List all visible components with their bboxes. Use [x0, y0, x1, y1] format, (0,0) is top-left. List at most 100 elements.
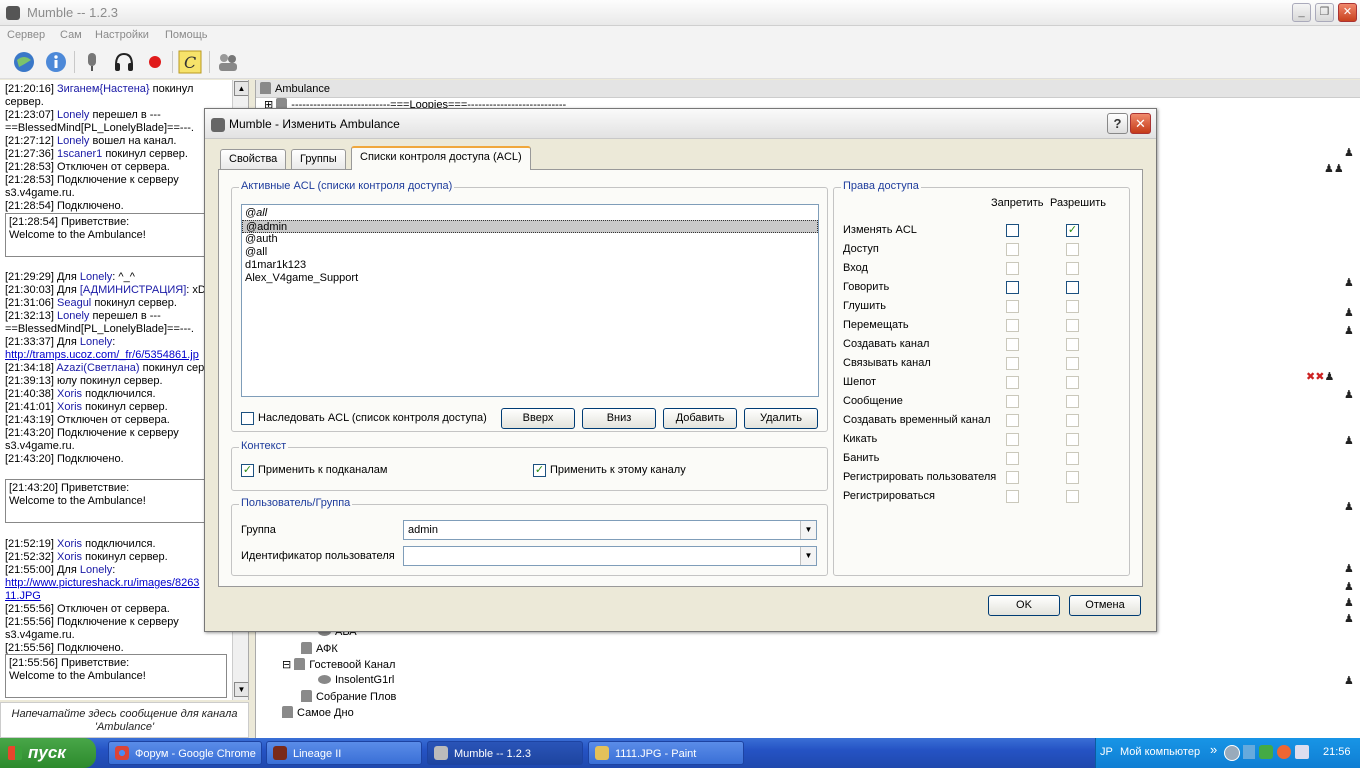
- task-chrome[interactable]: Форум - Google Chrome: [108, 741, 262, 765]
- chevron-down-icon[interactable]: ▼: [800, 547, 816, 565]
- deny-checkbox[interactable]: [1006, 376, 1019, 389]
- channel-plov[interactable]: Собрание Плов: [301, 690, 396, 703]
- close-button[interactable]: ✕: [1338, 3, 1357, 22]
- move-up-button[interactable]: Вверх: [501, 408, 575, 429]
- help-button[interactable]: ?: [1107, 113, 1128, 134]
- toolbar-expand-icon[interactable]: »: [1210, 742, 1217, 757]
- chat-username[interactable]: Azazi(Светлана): [56, 362, 139, 374]
- allow-checkbox[interactable]: [1066, 471, 1079, 484]
- chat-username[interactable]: 1scaner1: [57, 148, 102, 160]
- microphone-icon[interactable]: [80, 50, 104, 74]
- menu-server[interactable]: Сервер: [7, 29, 45, 41]
- apply-this-channel-checkbox[interactable]: ✓: [533, 464, 546, 477]
- chat-username[interactable]: Seagul: [57, 297, 91, 309]
- chat-message-input[interactable]: Напечатайте здесь сообщение для канала '…: [0, 702, 249, 738]
- task-lineage[interactable]: Lineage II: [266, 741, 422, 765]
- info-icon[interactable]: [44, 50, 68, 74]
- chat-username[interactable]: Lonely: [80, 564, 112, 576]
- chat-username[interactable]: Lonely: [80, 271, 112, 283]
- tree-root-row[interactable]: Ambulance: [256, 80, 1360, 98]
- allow-checkbox[interactable]: [1066, 319, 1079, 332]
- deny-checkbox[interactable]: [1006, 357, 1019, 370]
- start-button[interactable]: пуск: [0, 738, 96, 768]
- deny-checkbox[interactable]: [1006, 224, 1019, 237]
- deny-checkbox[interactable]: [1006, 414, 1019, 427]
- acl-entry-selected[interactable]: @admin: [242, 220, 818, 233]
- chat-username[interactable]: Lonely: [80, 336, 112, 348]
- cancel-button[interactable]: Отмена: [1069, 595, 1141, 616]
- allow-checkbox[interactable]: [1066, 300, 1079, 313]
- chat-username[interactable]: Lonely: [57, 310, 89, 322]
- deny-checkbox[interactable]: [1006, 452, 1019, 465]
- tray-network-icon[interactable]: [1259, 745, 1273, 759]
- comment-icon[interactable]: C: [178, 50, 202, 74]
- chat-username[interactable]: Lonely: [57, 109, 89, 121]
- tray-opera-icon[interactable]: [1277, 745, 1291, 759]
- apply-subchannels-checkbox[interactable]: ✓: [241, 464, 254, 477]
- chat-username[interactable]: Зиганем{Настена}: [57, 83, 150, 95]
- acl-entry[interactable]: d1mar1k123: [242, 259, 818, 272]
- task-mumble[interactable]: Mumble -- 1.2.3: [427, 741, 583, 765]
- chevron-down-icon[interactable]: ▼: [800, 521, 816, 539]
- deny-checkbox[interactable]: [1006, 395, 1019, 408]
- connect-globe-icon[interactable]: [12, 50, 36, 74]
- inherit-acl-checkbox[interactable]: [241, 412, 254, 425]
- allow-checkbox[interactable]: [1066, 357, 1079, 370]
- deny-checkbox[interactable]: [1006, 490, 1019, 503]
- tray-back-icon[interactable]: [1224, 745, 1240, 761]
- move-down-button[interactable]: Вниз: [582, 408, 656, 429]
- deny-checkbox[interactable]: [1006, 471, 1019, 484]
- acl-entry[interactable]: @all: [242, 207, 818, 220]
- deny-checkbox[interactable]: [1006, 338, 1019, 351]
- scroll-down-arrow-icon[interactable]: ▼: [234, 682, 248, 697]
- chat-link[interactable]: http://tramps.ucoz.com/_fr/6/5354861.jp: [5, 349, 199, 361]
- minimize-button[interactable]: _: [1292, 3, 1311, 22]
- my-computer-label[interactable]: Мой компьютер: [1120, 746, 1200, 758]
- tray-monitor-icon[interactable]: [1295, 745, 1309, 759]
- language-indicator[interactable]: JP: [1100, 746, 1113, 758]
- deny-checkbox[interactable]: [1006, 262, 1019, 275]
- maximize-button[interactable]: ❐: [1315, 3, 1334, 22]
- allow-checkbox[interactable]: [1066, 395, 1079, 408]
- collapse-icon[interactable]: ⊟: [282, 659, 294, 671]
- group-combo[interactable]: admin ▼: [403, 520, 817, 540]
- ok-button[interactable]: OK: [988, 595, 1060, 616]
- allow-checkbox[interactable]: [1066, 414, 1079, 427]
- allow-checkbox[interactable]: ✓: [1066, 224, 1079, 237]
- tray-app-icon[interactable]: [1243, 745, 1255, 759]
- allow-checkbox[interactable]: [1066, 433, 1079, 446]
- allow-checkbox[interactable]: [1066, 376, 1079, 389]
- chat-username[interactable]: [АДМИНИСТРАЦИЯ]: [80, 284, 186, 296]
- dialog-close-button[interactable]: ✕: [1130, 113, 1151, 134]
- tab-groups[interactable]: Группы: [291, 149, 346, 169]
- user-id-combo[interactable]: ▼: [403, 546, 817, 566]
- allow-checkbox[interactable]: [1066, 490, 1079, 503]
- acl-entry[interactable]: Alex_V4game_Support: [242, 272, 818, 285]
- allow-checkbox[interactable]: [1066, 452, 1079, 465]
- allow-checkbox[interactable]: [1066, 262, 1079, 275]
- scroll-up-arrow-icon[interactable]: ▲: [234, 81, 248, 96]
- tab-properties[interactable]: Свойства: [220, 149, 287, 169]
- deny-checkbox[interactable]: [1006, 281, 1019, 294]
- chat-username[interactable]: Xoris: [57, 551, 82, 563]
- add-acl-button[interactable]: Добавить: [663, 408, 737, 429]
- headphones-icon[interactable]: [112, 50, 136, 74]
- deny-checkbox[interactable]: [1006, 433, 1019, 446]
- menu-help[interactable]: Помощь: [165, 29, 208, 41]
- remove-acl-button[interactable]: Удалить: [744, 408, 818, 429]
- chat-username[interactable]: Xoris: [57, 538, 82, 550]
- chat-link[interactable]: http://www.pictureshack.ru/images/8263 1…: [5, 577, 199, 602]
- deny-checkbox[interactable]: [1006, 319, 1019, 332]
- menu-settings[interactable]: Настройки: [95, 29, 149, 41]
- deny-checkbox[interactable]: [1006, 243, 1019, 256]
- acl-listbox[interactable]: @all @admin @auth @all d1mar1k123 Alex_V…: [241, 204, 819, 397]
- acl-entry[interactable]: @all: [242, 246, 818, 259]
- users-settings-icon[interactable]: [216, 50, 240, 74]
- menu-self[interactable]: Сам: [60, 29, 82, 41]
- task-paint[interactable]: 1111.JPG - Paint: [588, 741, 744, 765]
- chat-username[interactable]: Xoris: [57, 388, 82, 400]
- user-insolent[interactable]: InsolentG1rl: [318, 674, 394, 686]
- chat-username[interactable]: Xoris: [57, 401, 82, 413]
- deny-checkbox[interactable]: [1006, 300, 1019, 313]
- channel-bottom[interactable]: Самое Дно: [282, 706, 354, 719]
